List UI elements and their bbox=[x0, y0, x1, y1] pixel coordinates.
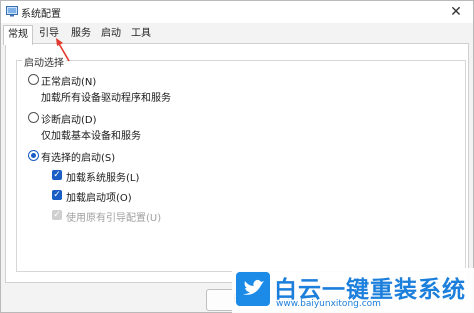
diagnostic-startup-description: 仅加载基本设备和服务 bbox=[41, 131, 141, 142]
watermark-url: www.baiyunxitong.com bbox=[276, 299, 381, 309]
normal-startup-label[interactable]: 正常启动(N) bbox=[41, 73, 96, 88]
tab-label: 常规 bbox=[8, 29, 28, 40]
load-startup-items-label[interactable]: 加载启动项(O) bbox=[66, 189, 132, 204]
diagnostic-startup-label[interactable]: 诊断启动(D) bbox=[41, 111, 97, 126]
annotation-arrow-icon bbox=[56, 38, 70, 62]
checkmark-icon: ✓ bbox=[53, 190, 61, 200]
system-config-window: 系统配置 ✕ 常规 引导 服务 启动 工具 启动选择 正常启动(N) 加载所有设… bbox=[0, 0, 474, 313]
watermark: 白云一键重装系统 www.baiyunxitong.com bbox=[232, 268, 474, 313]
checkmark-icon: ✓ bbox=[53, 170, 61, 180]
close-button[interactable]: ✕ bbox=[445, 1, 467, 23]
load-system-services-label[interactable]: 加载系统服务(L) bbox=[66, 169, 139, 184]
tab-label: 工具 bbox=[131, 28, 151, 39]
load-system-services-checkbox[interactable]: ✓ bbox=[52, 170, 62, 180]
use-original-boot-config-checkbox: ✓ bbox=[52, 210, 62, 220]
tab-general[interactable]: 常规 bbox=[3, 25, 33, 45]
general-tab-panel: 启动选择 正常启动(N) 加载所有设备驱动程序和服务 诊断启动(D) 仅加载基本… bbox=[5, 43, 469, 283]
normal-startup-radio[interactable] bbox=[28, 74, 39, 85]
tab-label: 启动 bbox=[101, 28, 121, 39]
tab-tools[interactable]: 工具 bbox=[127, 25, 155, 43]
selective-startup-label[interactable]: 有选择的启动(S) bbox=[41, 149, 115, 164]
window-title: 系统配置 bbox=[21, 9, 61, 20]
selective-startup-radio[interactable] bbox=[28, 150, 39, 161]
diagnostic-startup-radio[interactable] bbox=[28, 112, 39, 123]
use-original-boot-config-label: 使用原有引导配置(U) bbox=[66, 213, 162, 224]
tab-label: 服务 bbox=[71, 28, 91, 39]
title-bar: 系统配置 ✕ bbox=[1, 1, 473, 23]
tab-startup[interactable]: 启动 bbox=[97, 25, 125, 43]
checkmark-icon: ✓ bbox=[53, 210, 61, 220]
load-startup-items-checkbox[interactable]: ✓ bbox=[52, 190, 62, 200]
system-config-app-icon bbox=[6, 6, 18, 17]
normal-startup-description: 加载所有设备驱动程序和服务 bbox=[41, 93, 171, 104]
close-icon: ✕ bbox=[450, 4, 462, 20]
bird-logo-icon bbox=[236, 272, 270, 306]
